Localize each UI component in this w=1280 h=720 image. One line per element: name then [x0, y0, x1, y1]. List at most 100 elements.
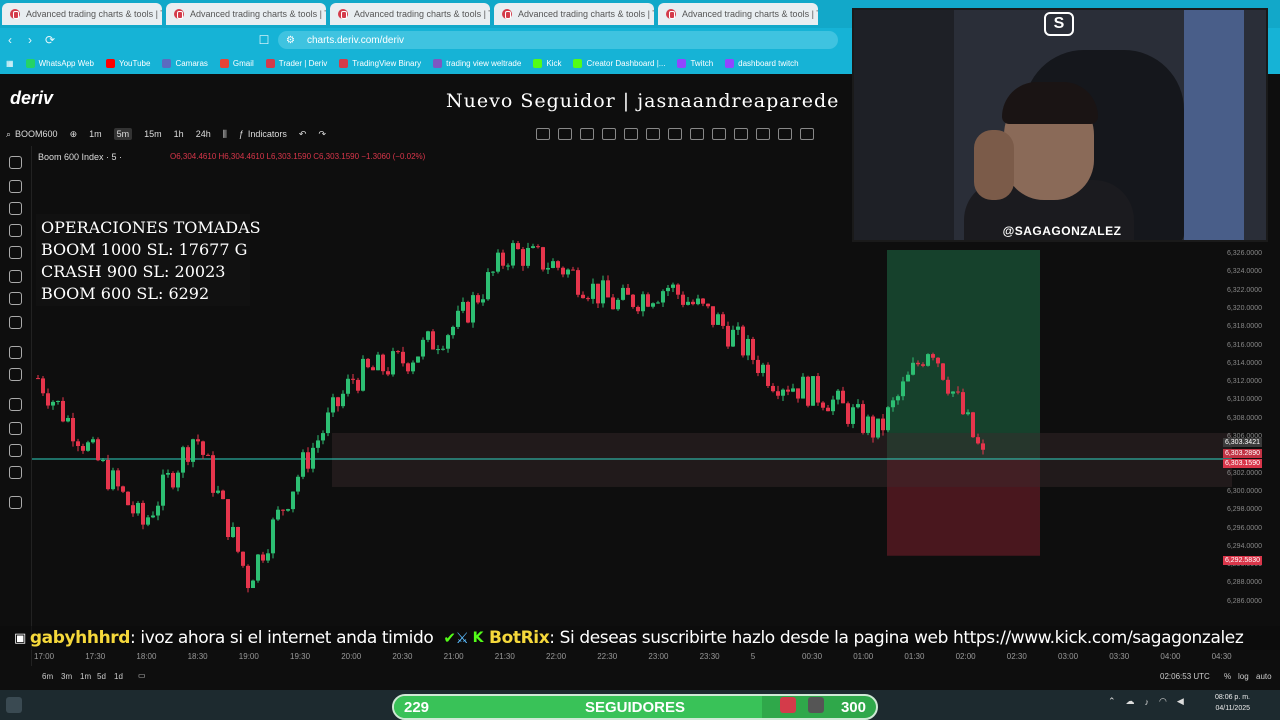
line-tool-icon[interactable] — [558, 128, 572, 140]
bookmark-item[interactable]: dashboard twitch — [725, 58, 799, 68]
candle-body — [441, 348, 445, 350]
price-axis-label: 6,308.0000 — [1226, 414, 1262, 422]
circle-tool-icon[interactable] — [9, 202, 22, 215]
bookmark-label: trading view weltrade — [446, 58, 522, 68]
grid-tool-icon[interactable] — [778, 128, 792, 140]
zoom-icon[interactable] — [9, 368, 22, 381]
interval-15m[interactable]: 15m — [144, 129, 162, 139]
indicators-button[interactable]: Indicators — [248, 129, 287, 139]
channel-tool-icon[interactable] — [668, 128, 682, 140]
auto-toggle[interactable]: auto — [1256, 672, 1272, 681]
candle-body — [701, 298, 705, 304]
chart-type-icon[interactable]: ⫼ — [223, 129, 227, 140]
reload-icon[interactable]: ⟳ — [40, 33, 60, 47]
add-symbol-icon[interactable]: ⊕ — [70, 129, 78, 140]
url-field[interactable]: ⚙ charts.deriv.com/deriv — [278, 31, 838, 49]
pattern-icon[interactable] — [9, 224, 22, 237]
eye-icon[interactable] — [9, 466, 22, 479]
candle-body — [961, 392, 965, 415]
fib-tool-icon[interactable] — [602, 128, 616, 140]
deriv-task-icon[interactable] — [780, 697, 796, 713]
mic-icon[interactable]: ♪ — [1145, 697, 1150, 707]
pattern-tool-icon[interactable] — [646, 128, 660, 140]
log-toggle[interactable]: log — [1238, 672, 1249, 681]
range-6m[interactable]: 6m — [42, 672, 53, 681]
price-tag-mid: 6,303.2890 — [1222, 449, 1262, 458]
candle-body — [546, 267, 550, 270]
fib-icon[interactable] — [9, 246, 22, 259]
lock-icon[interactable] — [9, 444, 22, 457]
tray-chevron-icon[interactable]: ⌃ — [1108, 696, 1116, 707]
search-icon[interactable]: ⌕ — [6, 129, 11, 140]
bookmark-item[interactable]: TradingView Binary — [339, 58, 421, 68]
range-1m[interactable]: 1m — [80, 672, 91, 681]
bookmark-item[interactable]: Kick — [533, 58, 561, 68]
symbol-search[interactable]: BOOM600 — [15, 129, 58, 139]
trash-icon[interactable] — [9, 496, 22, 509]
range-3m[interactable]: 3m — [61, 672, 72, 681]
apps-icon[interactable]: ▦ — [6, 59, 14, 68]
range-5d[interactable]: 5d — [97, 672, 106, 681]
price-axis-label: 6,320.0000 — [1226, 304, 1262, 312]
back-icon[interactable]: ‹ — [0, 33, 20, 47]
volume-icon[interactable]: ◀ — [1177, 696, 1184, 707]
percent-toggle[interactable]: % — [1224, 672, 1231, 681]
candle-body — [611, 297, 615, 310]
undo-icon[interactable]: ↶ — [299, 129, 307, 140]
browser-tab[interactable]: Advanced trading charts & tools | Tr✕ — [2, 3, 162, 25]
bookmark-item[interactable]: Trader | Deriv — [265, 58, 327, 68]
pencil-tool-icon[interactable] — [580, 128, 594, 140]
cloud-icon[interactable]: ☁ — [1126, 696, 1135, 707]
bookmark-item[interactable]: Twitch — [677, 58, 713, 68]
gann-tool-icon[interactable] — [734, 128, 748, 140]
wifi-icon[interactable]: ◠ — [1159, 696, 1167, 707]
rectangle-tool-icon[interactable] — [536, 128, 550, 140]
shapes-icon[interactable] — [9, 270, 22, 283]
brush-tool-icon[interactable] — [690, 128, 704, 140]
ruler-icon[interactable] — [9, 346, 22, 359]
start-icon[interactable] — [6, 697, 22, 713]
bookmark-item[interactable]: Creator Dashboard |... — [573, 58, 665, 68]
emoji-icon[interactable] — [9, 316, 22, 329]
browser-tab[interactable]: Advanced trading charts & tools | Tr✕ — [166, 3, 326, 25]
bookmark-item[interactable]: Gmail — [219, 58, 254, 68]
candle-body — [686, 301, 690, 305]
browser-tab[interactable]: Advanced trading charts & tools | Tr✕ — [658, 3, 818, 25]
bookmark-icon[interactable]: ☐ — [254, 33, 274, 47]
forward-icon[interactable]: › — [20, 33, 40, 47]
bookmark-item[interactable]: WhatsApp Web — [25, 58, 94, 68]
site-info-icon[interactable]: ⚙ — [286, 35, 295, 46]
candle-body — [61, 400, 65, 422]
interval-1h[interactable]: 1h — [174, 129, 184, 139]
interval-24h[interactable]: 24h — [196, 129, 211, 139]
time-axis[interactable]: 17:00 17:30 18:00 18:30 19:00 19:30 20:00 20:30… — [32, 650, 1280, 664]
followers-goal: 300 — [840, 698, 866, 716]
obs-task-icon[interactable] — [808, 697, 824, 713]
vertical-line-icon[interactable] — [712, 128, 726, 140]
path-tool-icon[interactable] — [624, 128, 638, 140]
time-axis-label: 18:00 — [136, 652, 157, 661]
bookmark-item[interactable]: trading view weltrade — [433, 58, 522, 68]
redo-icon[interactable]: ↷ — [318, 129, 326, 140]
deriv-logo[interactable]: deriv — [10, 88, 53, 109]
taskbar-clock[interactable]: 08:06 p. m. 04/11/2025 — [1206, 692, 1250, 714]
horizontal-line-icon[interactable] — [756, 128, 770, 140]
browser-tab[interactable]: Advanced trading charts & tools | Tr✕ — [330, 3, 490, 25]
calendar-icon[interactable]: ▭ — [138, 671, 146, 680]
trendline-icon[interactable] — [9, 180, 22, 193]
text-icon[interactable] — [9, 292, 22, 305]
indicators-icon[interactable]: ƒ — [239, 129, 244, 139]
crosshair-icon[interactable] — [9, 156, 22, 169]
range-1d[interactable]: 1d — [114, 672, 123, 681]
bookmark-item[interactable]: Camaras — [162, 58, 208, 68]
expand-icon[interactable] — [800, 128, 814, 140]
bookmark-item[interactable]: YouTube — [106, 58, 150, 68]
magnet-icon[interactable] — [9, 398, 22, 411]
browser-tab[interactable]: Advanced trading charts & tools | Tr✕ — [494, 3, 654, 25]
interval-5m[interactable]: 5m — [113, 128, 133, 140]
candle-body — [316, 440, 320, 448]
bookmark-favicon-icon — [219, 58, 229, 68]
interval-1m[interactable]: 1m — [89, 129, 102, 139]
candle-body — [366, 358, 370, 368]
lock-draw-icon[interactable] — [9, 422, 22, 435]
